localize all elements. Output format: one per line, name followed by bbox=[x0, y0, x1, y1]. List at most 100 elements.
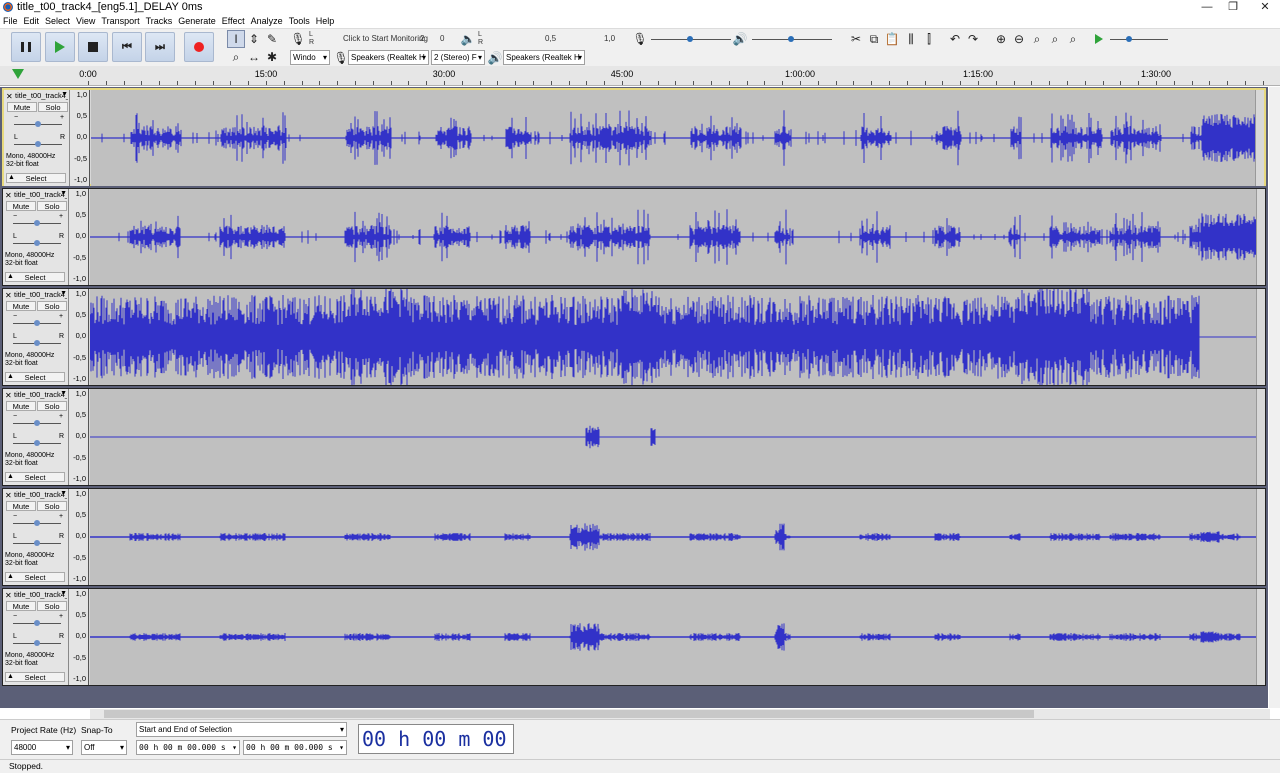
selection-end-field[interactable]: 00 h 00 m 00.000 s bbox=[243, 740, 347, 755]
collapse-track-icon[interactable]: ▲ bbox=[7, 373, 14, 380]
trim-icon[interactable]: ⫼ bbox=[902, 30, 920, 48]
selection-start-field[interactable]: 00 h 00 m 00.000 s bbox=[136, 740, 240, 755]
zoom-in-icon[interactable]: ⊕ bbox=[992, 30, 1010, 48]
draw-tool-icon[interactable]: ✎ bbox=[263, 30, 281, 48]
track-menu-icon[interactable]: ▼ bbox=[60, 590, 67, 597]
play-speed-slider[interactable] bbox=[1110, 39, 1168, 40]
pan-thumb[interactable] bbox=[35, 141, 41, 147]
audio-track[interactable]: ✕ title_t00_track4_[eng5.1]_DELAY 0ms ▼ … bbox=[2, 188, 1266, 286]
select-track-button[interactable]: Select bbox=[5, 672, 65, 682]
amplitude-scale[interactable]: 1,0 0,5 0,0 -0,5 -1,0 bbox=[70, 90, 90, 186]
copy-icon[interactable]: ⧉ bbox=[865, 30, 883, 48]
collapse-track-icon[interactable]: ▲ bbox=[7, 573, 14, 580]
gain-thumb[interactable] bbox=[34, 620, 40, 626]
pan-thumb[interactable] bbox=[34, 540, 40, 546]
envelope-tool-icon[interactable]: ⇕ bbox=[245, 30, 263, 48]
zoom-tool-icon[interactable]: ⌕ bbox=[227, 48, 245, 66]
select-track-button[interactable]: Select bbox=[5, 572, 65, 582]
gain-thumb[interactable] bbox=[34, 220, 40, 226]
amplitude-scale[interactable]: 1,0 0,5 0,0 -0,5 -1,0 bbox=[69, 289, 89, 385]
track-control-panel[interactable]: ✕ title_t00_track4_[eng5.1]_DELAY 0ms ▼ … bbox=[3, 289, 69, 385]
selection-mode-dropdown[interactable]: Start and End of Selection bbox=[136, 722, 347, 737]
paste-icon[interactable]: 📋 bbox=[883, 30, 901, 48]
silence-icon[interactable]: ⫿ bbox=[920, 30, 938, 48]
track-control-panel[interactable]: ✕ title_t00_track4_[eng5.1]_DELAY 0ms ▼ … bbox=[3, 189, 69, 285]
collapse-track-icon[interactable]: ▲ bbox=[7, 473, 14, 480]
track-name[interactable]: title_t00_track4_[eng5.1]_DELAY 0ms bbox=[15, 91, 68, 101]
stop-button[interactable] bbox=[78, 32, 108, 62]
play-speed-thumb[interactable] bbox=[1126, 36, 1132, 42]
pause-button[interactable] bbox=[11, 32, 41, 62]
record-button[interactable] bbox=[184, 32, 214, 62]
speaker-icon[interactable]: 🔈 bbox=[459, 30, 477, 48]
track-menu-icon[interactable]: ▼ bbox=[60, 190, 67, 197]
menu-view[interactable]: View bbox=[73, 15, 98, 28]
audio-position-display[interactable]: 00 h 00 m 00 s bbox=[358, 724, 514, 754]
audio-track[interactable]: ✕ title_t00_track4_[eng5.1]_DELAY 0ms ▼ … bbox=[2, 388, 1266, 486]
play-at-speed-icon[interactable] bbox=[1090, 30, 1108, 48]
menu-transport[interactable]: Transport bbox=[98, 15, 142, 28]
snap-to-dropdown[interactable]: Off bbox=[81, 740, 127, 755]
record-meter[interactable]: L R Click to Start Monitoring 2 0 bbox=[309, 31, 449, 49]
pan-thumb[interactable] bbox=[34, 240, 40, 246]
track-control-panel[interactable]: ✕ title_t00_track4_[eng5.1]_DELAY 0ms ▼ … bbox=[4, 90, 70, 186]
waveform-area[interactable] bbox=[91, 90, 1259, 186]
track-menu-icon[interactable]: ▼ bbox=[60, 290, 67, 297]
collapse-track-icon[interactable]: ▲ bbox=[8, 174, 15, 181]
close-track-icon[interactable]: ✕ bbox=[5, 391, 12, 400]
horizontal-scroll-thumb[interactable] bbox=[104, 710, 1034, 718]
output-device-dropdown[interactable]: Speakers (Realtek H bbox=[503, 50, 585, 65]
gain-thumb[interactable] bbox=[35, 121, 41, 127]
fit-project-icon[interactable]: ⌕ bbox=[1046, 30, 1064, 48]
close-track-icon[interactable]: ✕ bbox=[5, 191, 12, 200]
amplitude-scale[interactable]: 1,0 0,5 0,0 -0,5 -1,0 bbox=[69, 189, 89, 285]
track-name[interactable]: title_t00_track4_[eng5.1]_DELAY 0ms bbox=[14, 390, 67, 400]
track-name[interactable]: title_t00_track4_[eng5.1]_DELAY 0ms bbox=[14, 290, 67, 300]
playback-meter[interactable]: L R 0,5 1,0 bbox=[478, 31, 618, 49]
menu-analyze[interactable]: Analyze bbox=[248, 15, 286, 28]
track-name[interactable]: title_t00_track4_[eng5.1]_DELAY 0ms bbox=[14, 490, 67, 500]
solo-button[interactable]: Solo bbox=[37, 601, 67, 611]
waveform-area[interactable] bbox=[90, 489, 1258, 585]
project-rate-dropdown[interactable]: 48000 bbox=[11, 740, 73, 755]
solo-button[interactable]: Solo bbox=[37, 201, 67, 211]
gain-thumb[interactable] bbox=[34, 320, 40, 326]
undo-icon[interactable]: ↶ bbox=[946, 30, 964, 48]
amplitude-scale[interactable]: 1,0 0,5 0,0 -0,5 -1,0 bbox=[69, 489, 89, 585]
timeline-ruler[interactable]: 0:00 15:00 30:00 45:00 1:00:00 1:15:00 1… bbox=[0, 66, 1280, 86]
solo-button[interactable]: Solo bbox=[37, 301, 67, 311]
track-name[interactable]: title_t00_track4_[eng5.1]_DELAY 0ms bbox=[14, 190, 67, 200]
track-menu-icon[interactable]: ▼ bbox=[60, 390, 67, 397]
menu-generate[interactable]: Generate bbox=[175, 15, 219, 28]
audio-track[interactable]: ✕ title_t00_track4_[eng5.1]_DELAY 0ms ▼ … bbox=[2, 288, 1266, 386]
waveform-area[interactable] bbox=[90, 389, 1258, 485]
multi-tool-icon[interactable]: ✱ bbox=[263, 48, 281, 66]
zoom-out-icon[interactable]: ⊖ bbox=[1010, 30, 1028, 48]
gain-thumb[interactable] bbox=[34, 520, 40, 526]
select-track-button[interactable]: Select bbox=[5, 472, 65, 482]
solo-button[interactable]: Solo bbox=[37, 401, 67, 411]
pan-thumb[interactable] bbox=[34, 340, 40, 346]
select-track-button[interactable]: Select bbox=[5, 372, 65, 382]
track-menu-icon[interactable]: ▼ bbox=[60, 490, 67, 497]
menu-tools[interactable]: Tools bbox=[286, 15, 313, 28]
menu-file[interactable]: File bbox=[0, 15, 21, 28]
tracks-area[interactable]: ✕ title_t00_track4_[eng5.1]_DELAY 0ms ▼ … bbox=[0, 87, 1268, 708]
record-volume-thumb[interactable] bbox=[687, 36, 693, 42]
mute-button[interactable]: Mute bbox=[6, 301, 36, 311]
track-control-panel[interactable]: ✕ title_t00_track4_[eng5.1]_DELAY 0ms ▼ … bbox=[3, 589, 69, 685]
menu-help[interactable]: Help bbox=[313, 15, 338, 28]
horizontal-scrollbar[interactable] bbox=[90, 709, 1270, 719]
mute-button[interactable]: Mute bbox=[6, 601, 36, 611]
waveform-area[interactable] bbox=[90, 289, 1258, 385]
channels-dropdown[interactable]: 2 (Stereo) F bbox=[431, 50, 485, 65]
select-track-button[interactable]: Select bbox=[5, 272, 65, 282]
vertical-scrollbar[interactable] bbox=[1269, 87, 1280, 708]
select-track-button[interactable]: Select bbox=[6, 173, 66, 183]
menu-tracks[interactable]: Tracks bbox=[143, 15, 176, 28]
selection-tool-icon[interactable]: I bbox=[227, 30, 245, 48]
audio-track[interactable]: ✕ title_t00_track4_[eng5.1]_DELAY 0ms ▼ … bbox=[2, 488, 1266, 586]
restore-icon[interactable]: ❐ bbox=[1218, 0, 1248, 14]
zoom-toggle-icon[interactable]: ⌕ bbox=[1064, 30, 1082, 48]
skip-end-button[interactable]: ⏭ bbox=[145, 32, 175, 62]
